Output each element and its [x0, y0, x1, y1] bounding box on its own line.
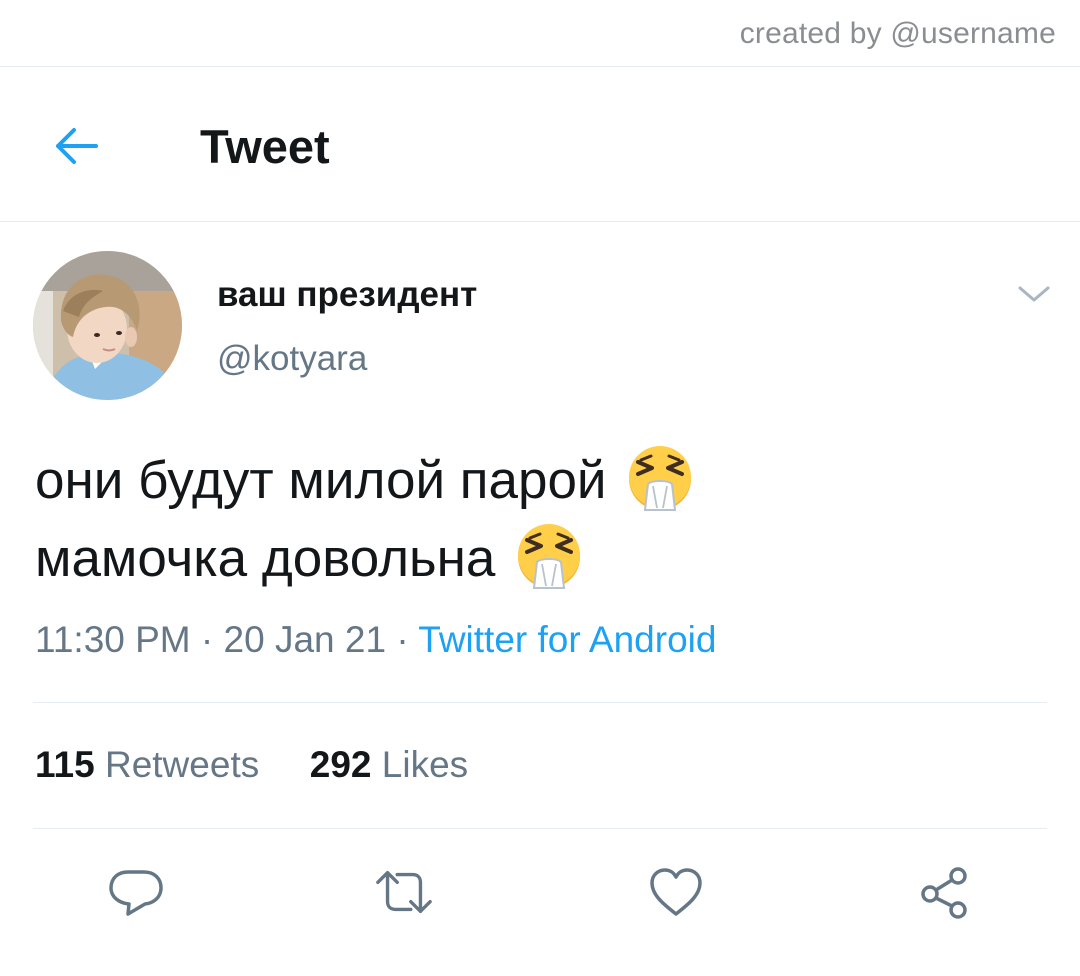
- divider: [33, 828, 1047, 829]
- likes-count: 292: [309, 744, 372, 785]
- divider: [33, 702, 1047, 703]
- avatar-image: [33, 251, 182, 400]
- retweet-icon: [376, 870, 432, 914]
- share-icon: [921, 867, 967, 919]
- top-bar: Tweet: [0, 67, 1080, 222]
- sneezing-face-emoji-icon: [629, 446, 692, 511]
- retweet-button[interactable]: [374, 862, 434, 922]
- author-handle[interactable]: @kotyara: [217, 339, 367, 379]
- arrow-left-icon: [56, 128, 98, 164]
- likes-stat[interactable]: 292 Likes: [310, 744, 468, 785]
- avatar[interactable]: [33, 251, 182, 400]
- tweet-source-link[interactable]: Twitter for Android: [418, 619, 716, 660]
- credit-text: created by @username: [739, 17, 1056, 50]
- author-display-name[interactable]: ваш президент: [217, 275, 477, 315]
- chevron-down-icon: [1018, 286, 1050, 302]
- meta-separator: ·: [190, 619, 224, 660]
- tweet-date: 20 Jan 21: [223, 619, 387, 660]
- tweet-stats: 115 Retweets 292 Likes: [35, 744, 468, 786]
- tweet-options-button[interactable]: [1012, 276, 1056, 312]
- heart-icon: [650, 868, 702, 916]
- like-button[interactable]: [646, 862, 706, 922]
- tweet-text: они будут милой парой мамочка довольна: [35, 442, 1045, 598]
- credit-bar: created by @username: [0, 0, 1080, 67]
- tweet-time: 11:30 PM: [35, 619, 191, 660]
- retweets-label: Retweets: [104, 744, 260, 785]
- back-button[interactable]: [44, 116, 108, 176]
- tweet-meta: 11:30 PM · 20 Jan 21 · Twitter for Andro…: [35, 619, 716, 661]
- retweets-count: 115: [35, 744, 95, 785]
- reply-button[interactable]: [106, 862, 166, 922]
- meta-separator: ·: [386, 619, 419, 660]
- tweet-line-text: они будут милой парой: [35, 451, 607, 510]
- tweet-detail-screen: created by @username Tweet ваш президент: [0, 0, 1080, 976]
- page-title: Tweet: [200, 120, 330, 173]
- tweet-line: мамочка довольна: [35, 520, 1045, 598]
- tweet-line: они будут милой парой: [35, 442, 1045, 520]
- share-button[interactable]: [914, 862, 974, 922]
- reply-icon: [109, 870, 163, 916]
- sneezing-face-emoji-icon: [518, 524, 581, 589]
- tweet-line-text: мамочка довольна: [35, 529, 496, 588]
- likes-label: Likes: [381, 744, 469, 785]
- retweets-stat[interactable]: 115 Retweets: [35, 744, 259, 785]
